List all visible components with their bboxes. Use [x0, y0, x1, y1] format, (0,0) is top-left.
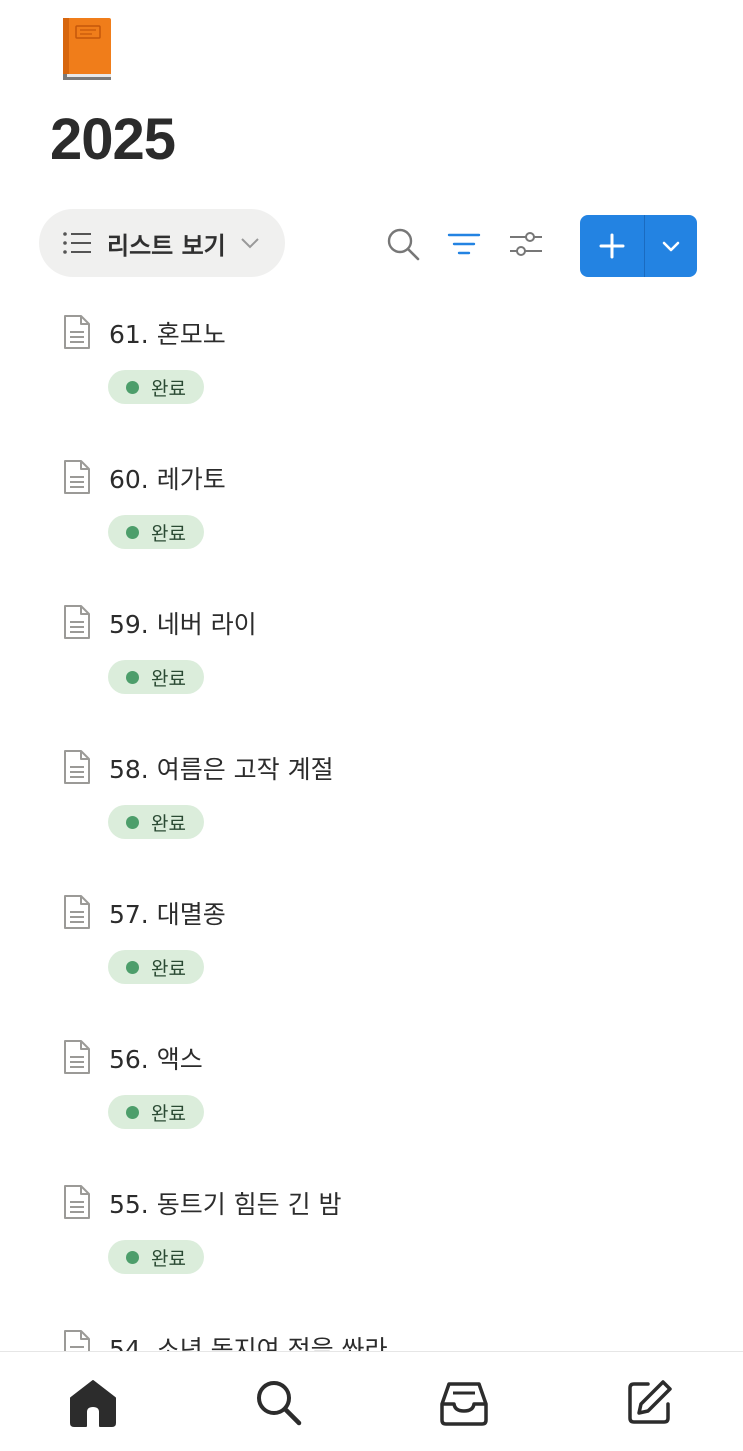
- item-title: 61. 혼모노: [109, 320, 226, 349]
- list-item[interactable]: 60. 레가토 완료: [0, 459, 743, 599]
- item-title: 56. 액스: [109, 1045, 203, 1074]
- item-title: 60. 레가토: [109, 465, 226, 494]
- item-title: 55. 동트기 힘든 긴 밤: [109, 1190, 342, 1219]
- document-icon: [64, 895, 90, 929]
- search-icon[interactable]: [252, 1376, 306, 1430]
- status-dot: [126, 670, 139, 684]
- status-label: 완료: [151, 1247, 186, 1270]
- list-item[interactable]: 58. 여름은 고작 계절 완료: [0, 749, 743, 889]
- item-title: 59. 네버 라이: [109, 610, 257, 639]
- compose-icon[interactable]: [622, 1376, 676, 1430]
- inbox-icon[interactable]: [437, 1376, 491, 1430]
- list-item[interactable]: 59. 네버 라이 완료: [0, 604, 743, 744]
- status-dot: [126, 380, 139, 394]
- page: 2025 리스트 보기 61. 혼모노 완료 60. 레가토 완료 59. 네버…: [0, 0, 743, 1451]
- document-icon: [64, 1040, 90, 1074]
- plus-icon: [599, 233, 625, 259]
- status-badge: 완료: [108, 950, 204, 984]
- list-item[interactable]: 57. 대멸종 완료: [0, 894, 743, 1034]
- sliders-icon[interactable]: [508, 226, 544, 262]
- filter-icon[interactable]: [446, 226, 482, 262]
- view-toggle-button[interactable]: 리스트 보기: [39, 209, 285, 277]
- home-icon[interactable]: [66, 1376, 120, 1430]
- chevron-down-icon: [662, 241, 680, 252]
- status-dot: [126, 815, 139, 829]
- status-label: 완료: [151, 667, 186, 690]
- add-button[interactable]: [580, 215, 644, 277]
- document-icon: [64, 315, 90, 349]
- status-badge: 완료: [108, 515, 204, 549]
- status-dot: [126, 525, 139, 539]
- view-toggle-label: 리스트 보기: [107, 231, 226, 260]
- status-dot: [126, 1250, 139, 1264]
- status-dot: [126, 960, 139, 974]
- status-label: 완료: [151, 522, 186, 545]
- document-icon: [64, 460, 90, 494]
- status-badge: 완료: [108, 1240, 204, 1274]
- status-badge: 완료: [108, 1095, 204, 1129]
- list-icon: [63, 232, 91, 254]
- bottom-nav: [0, 1351, 743, 1451]
- status-badge: 완료: [108, 370, 204, 404]
- status-dot: [126, 1105, 139, 1119]
- list-item[interactable]: 56. 액스 완료: [0, 1039, 743, 1179]
- chevron-down-icon: [241, 238, 259, 249]
- document-icon: [64, 1185, 90, 1219]
- status-badge: 완료: [108, 660, 204, 694]
- search-icon[interactable]: [385, 226, 421, 262]
- page-title: 2025: [50, 107, 176, 172]
- list-item[interactable]: 55. 동트기 힘든 긴 밤 완료: [0, 1184, 743, 1324]
- status-label: 완료: [151, 1102, 186, 1125]
- status-label: 완료: [151, 957, 186, 980]
- item-title: 57. 대멸종: [109, 900, 226, 929]
- document-icon: [64, 605, 90, 639]
- status-label: 완료: [151, 812, 186, 835]
- status-badge: 완료: [108, 805, 204, 839]
- new-options-button[interactable]: [645, 215, 697, 277]
- item-title: 58. 여름은 고작 계절: [109, 755, 334, 784]
- document-icon: [64, 750, 90, 784]
- list-item[interactable]: 61. 혼모노 완료: [0, 314, 743, 454]
- new-page-button[interactable]: [580, 215, 697, 277]
- status-label: 완료: [151, 377, 186, 400]
- book-icon[interactable]: [61, 16, 113, 82]
